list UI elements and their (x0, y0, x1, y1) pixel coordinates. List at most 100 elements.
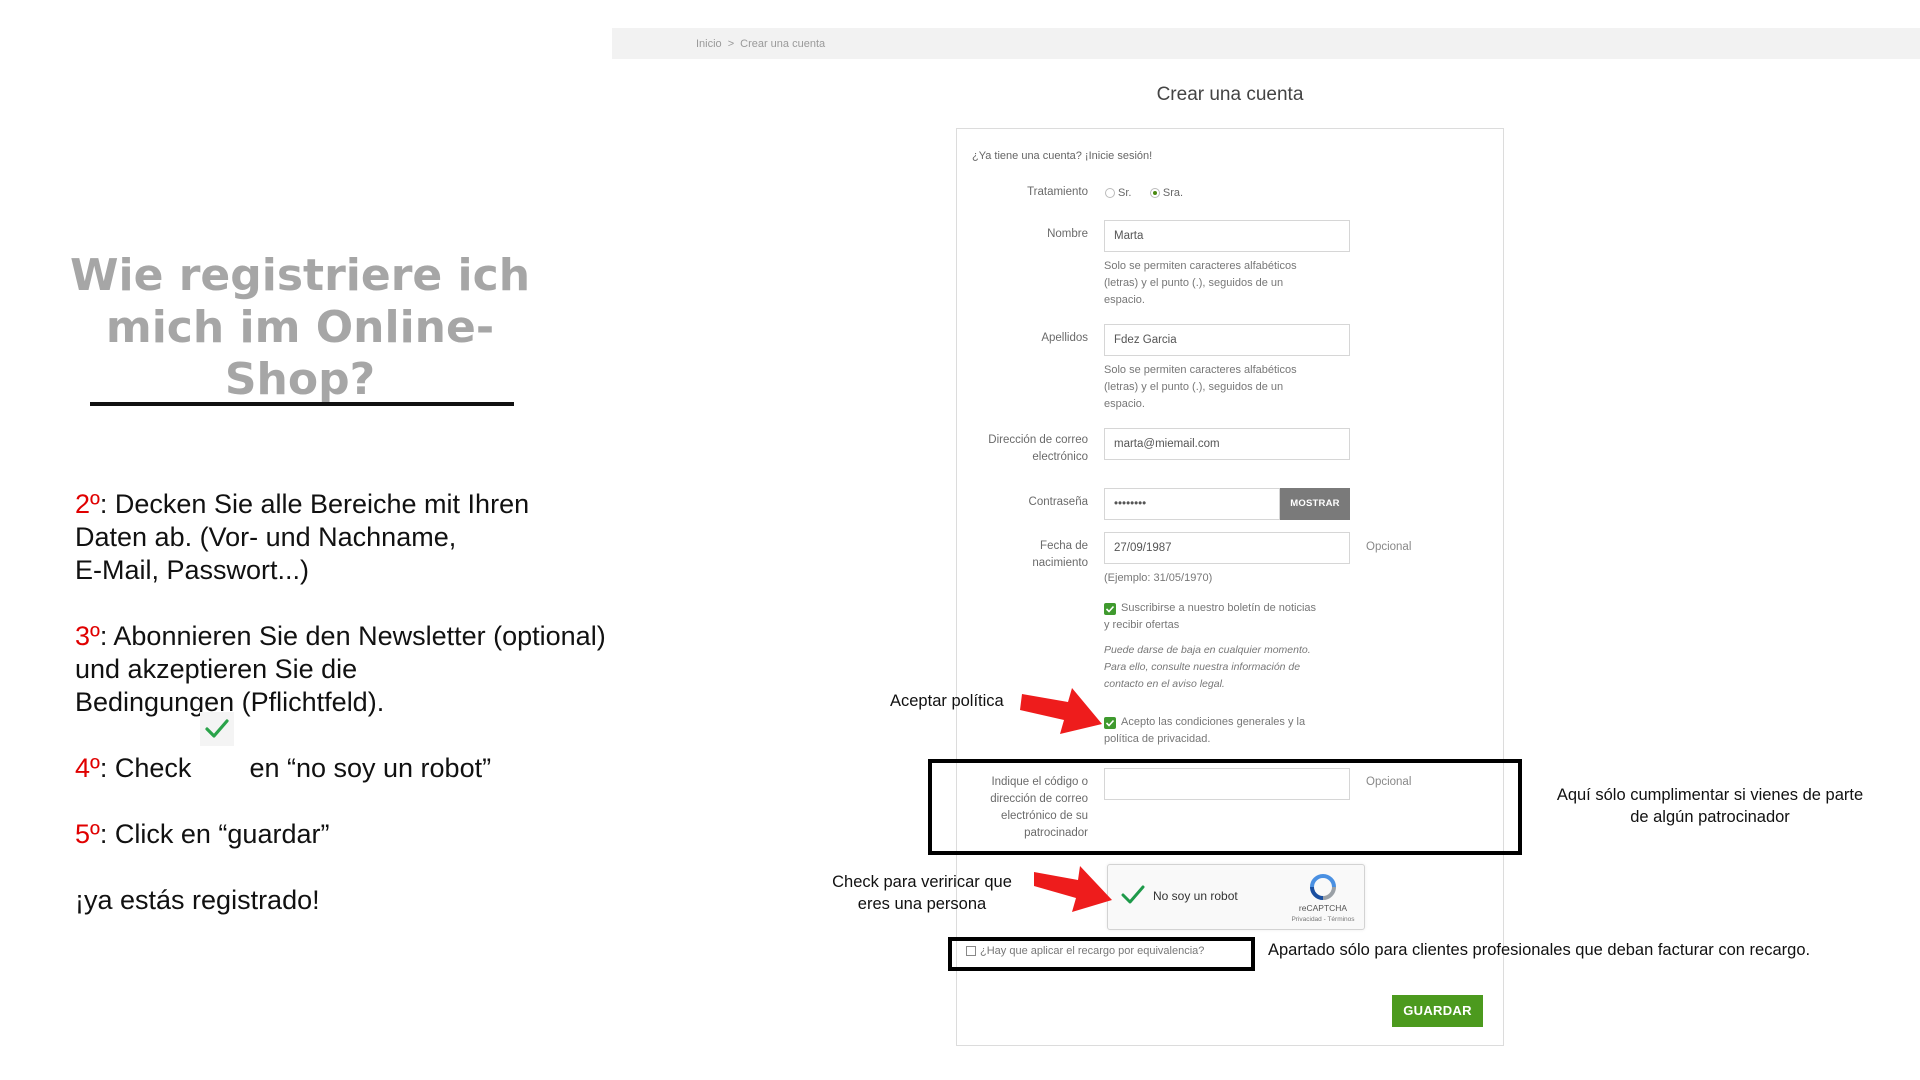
instructions-title: Wie registriere ich mich im Online-Shop? (50, 250, 550, 406)
password-label: Contraseña (1028, 496, 1088, 508)
email-label-line2: electrónico (1032, 451, 1088, 463)
radio-mrs-label: Sra. (1162, 186, 1184, 199)
arrow-right-icon (1034, 866, 1112, 912)
instructions-title-line2: mich im Online-Shop? (105, 302, 495, 405)
birthdate-label-line2: nacimiento (1032, 557, 1088, 569)
recaptcha-brand: reCAPTCHA (1298, 903, 1348, 913)
newsletter-note-line2: Para ello, consulte nuestra información … (1104, 661, 1301, 673)
step-3-line3: Bedingungen (Pflichtfeld). (75, 687, 385, 717)
sponsor-label-line1: Indique el código o (991, 776, 1088, 788)
equivalence-label: ¿Hay que aplicar el recargo por equivale… (980, 945, 1205, 957)
recaptcha-logo-icon (1308, 873, 1338, 906)
step-4-text-a: : Check (99, 753, 192, 783)
step-4-number: 4º (75, 753, 100, 783)
birthdate-label: Fecha de nacimiento (948, 538, 1088, 572)
step-5: 5º: Click en “guardar” (75, 818, 635, 851)
last-name-help-line2: (letras) y el punto (.), seguidos de un (1104, 381, 1284, 393)
step-4: 4º: Check en “no soy un robot” (75, 752, 635, 785)
step-3-number: 3º (75, 621, 100, 651)
radio-mr-label: Sr. (1118, 186, 1132, 199)
breadcrumb: Inicio > Crear una cuenta (696, 38, 825, 50)
last-name-input[interactable]: Fdez Garcia (1104, 324, 1350, 356)
first-name-help-line1: Solo se permiten caracteres alfabéticos (1104, 260, 1297, 272)
recaptcha-widget: No soy un robot reCAPTCHA Privacidad - T… (1107, 864, 1365, 930)
last-name-help: Solo se permiten caracteres alfabéticos … (1104, 362, 1297, 413)
step-2: 2º: Decken Sie alle Bereiche mit Ihren D… (75, 488, 635, 587)
page-title: Crear una cuenta (1156, 84, 1304, 105)
email-label: Dirección de correo electrónico (948, 432, 1088, 466)
treatment-label: Tratamiento (1027, 186, 1088, 198)
first-name-input[interactable]: Marta (1104, 220, 1350, 252)
first-name-label: Nombre (1047, 228, 1088, 240)
accept-policy-annotation: Aceptar política (890, 692, 1004, 710)
newsletter-label: Suscribirse a nuestro boletín de noticia… (1121, 600, 1316, 617)
step-3: 3º: Abonnieren Sie den Newsletter (optio… (75, 620, 635, 719)
birthdate-example: (Ejemplo: 31/05/1970) (1104, 572, 1213, 584)
newsletter-check-icon (1105, 605, 1115, 613)
sponsor-label-line4: patrocinador (1024, 827, 1088, 839)
captcha-annotation: Check para veriricar que eres una person… (822, 871, 1022, 915)
password-input[interactable]: •••••••• (1104, 488, 1280, 520)
sponsor-label-line2: dirección de correo (990, 793, 1088, 805)
recaptcha-check-icon[interactable] (1120, 883, 1146, 910)
step-4-text-b: en “no soy un robot” (249, 753, 492, 783)
sponsor-annotation: Aquí sólo cumplimentar si vienes de part… (1540, 784, 1880, 828)
newsletter-note: Puede darse de baja en cualquier momento… (1104, 642, 1311, 693)
first-name-help-line3: espacio. (1104, 294, 1145, 306)
terms-check-icon (1105, 719, 1115, 727)
newsletter-checkbox[interactable] (1104, 603, 1116, 615)
radio-mr[interactable] (1105, 187, 1115, 198)
last-name-help-line3: espacio. (1104, 398, 1145, 410)
login-link[interactable]: ¿Ya tiene una cuenta? ¡Inicie sesión! (972, 150, 1152, 162)
sponsor-optional: Opcional (1366, 776, 1412, 788)
final-message: ¡ya estás registrado! (75, 885, 320, 915)
last-name-label: Apellidos (1041, 332, 1088, 344)
arrow-right-icon (1020, 688, 1102, 734)
save-button[interactable]: GUARDAR (1392, 995, 1483, 1027)
newsletter-note-line3: contacto en el aviso legal. (1104, 678, 1225, 690)
birthdate-optional: Opcional (1366, 541, 1412, 553)
step-2-number: 2º (75, 489, 100, 519)
sponsor-annotation-line1: Aquí sólo cumplimentar si vienes de part… (1556, 786, 1864, 804)
newsletter-label-line2: y recibir ofertas (1104, 619, 1180, 631)
title-divider (90, 402, 514, 406)
last-name-help-line1: Solo se permiten caracteres alfabéticos (1104, 364, 1297, 376)
breadcrumb-separator: > (727, 38, 735, 50)
radio-mrs[interactable] (1149, 187, 1160, 198)
equivalence-checkbox[interactable] (966, 946, 976, 956)
terms-label-line2: política de privacidad. (1104, 733, 1211, 745)
step-3-line1: : Abonnieren Sie den Newsletter (optiona… (99, 621, 606, 651)
step-2-line1: : Decken Sie alle Bereiche mit Ihren (99, 489, 530, 519)
step-2-line2: Daten ab. (Vor- und Nachname, (75, 522, 457, 552)
recaptcha-links[interactable]: Privacidad - Términos (1286, 916, 1360, 923)
step-3-line2: und akzeptieren Sie die (75, 654, 358, 684)
terms-label-line1: Acepto las condiciones generales y la (1121, 716, 1306, 728)
email-label-line1: Dirección de correo (988, 434, 1088, 446)
terms-checkbox[interactable] (1104, 717, 1116, 729)
show-password-button[interactable]: MOSTRAR (1280, 488, 1350, 520)
screen: Wie registriere ich mich im Online-Shop?… (0, 0, 1920, 1080)
step-5-text: : Click en “guardar” (99, 819, 330, 849)
sponsor-label-line3: electrónico de su (1001, 810, 1088, 822)
check-mark-icon (200, 712, 234, 746)
captcha-annotation-line1: Check para veriricar que (832, 873, 1012, 891)
breadcrumb-current: Crear una cuenta (740, 38, 826, 50)
step-5-number: 5º (75, 819, 100, 849)
first-name-help: Solo se permiten caracteres alfabéticos … (1104, 258, 1297, 309)
instructions-title-line1: Wie registriere ich (69, 250, 531, 301)
step-2-line3: E-Mail, Passwort...) (75, 555, 310, 585)
first-name-help-line2: (letras) y el punto (.), seguidos de un (1104, 277, 1284, 289)
newsletter-note-line1: Puede darse de baja en cualquier momento… (1104, 644, 1311, 656)
captcha-annotation-line2: eres una persona (857, 895, 987, 913)
treatment-radio-group: Sr. Sra. (1105, 184, 1197, 202)
recaptcha-label: No soy un robot (1153, 889, 1238, 903)
birthdate-input[interactable]: 27/09/1987 (1104, 532, 1350, 564)
sponsor-annotation-line2: de algún patrocinador (1630, 808, 1790, 826)
newsletter-label-line1: Suscribirse a nuestro boletín de noticia… (1121, 602, 1317, 614)
sponsor-input[interactable] (1104, 768, 1350, 800)
sponsor-label: Indique el código o dirección de correo … (948, 774, 1088, 842)
email-input[interactable]: marta@miemail.com (1104, 428, 1350, 460)
birthdate-label-line1: Fecha de (1040, 540, 1088, 552)
breadcrumb-home-link[interactable]: Inicio (696, 38, 722, 50)
equivalence-annotation: Apartado sólo para clientes profesionale… (1268, 941, 1811, 959)
